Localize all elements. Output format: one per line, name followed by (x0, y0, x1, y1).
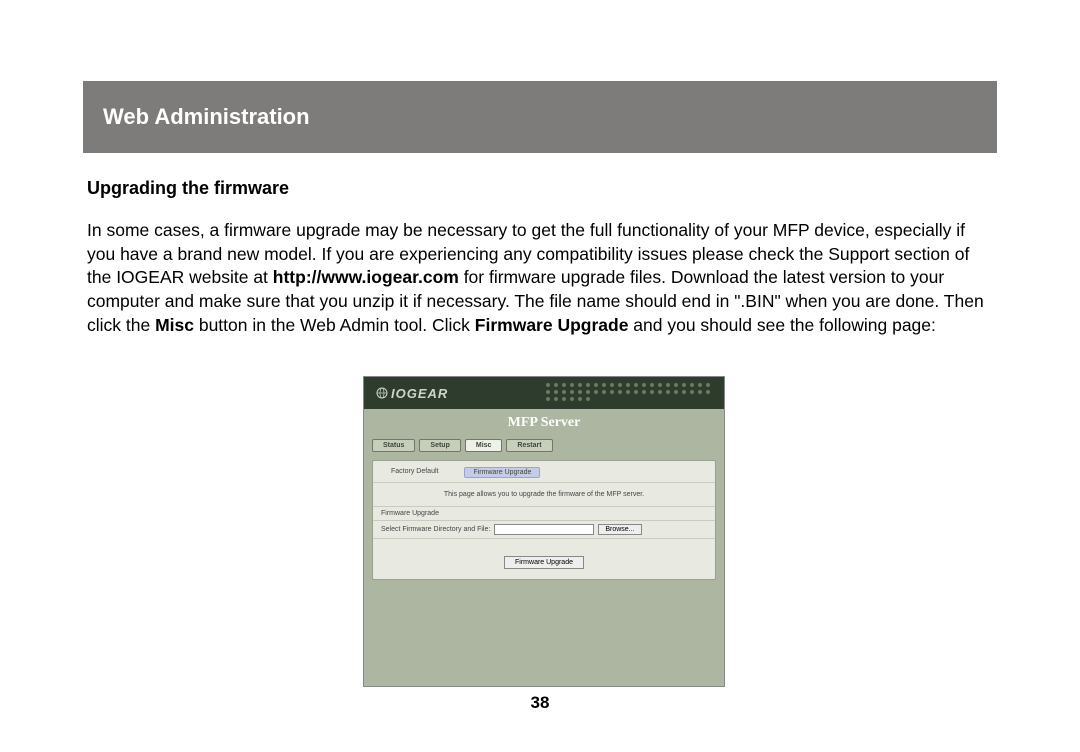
ss-file-row: Select Firmware Directory and File: Brow… (373, 521, 715, 539)
content-area: Upgrading the firmware In some cases, a … (87, 178, 995, 337)
tab-setup[interactable]: Setup (419, 439, 460, 452)
file-field-label: Select Firmware Directory and File: (381, 526, 490, 533)
ss-description: This page allows you to upgrade the firm… (373, 483, 715, 507)
ss-subtabs: Factory Default Firmware Upgrade (373, 461, 715, 483)
file-path-input[interactable] (494, 524, 594, 535)
ss-title: MFP Server (364, 409, 724, 439)
section-title: Web Administration (103, 104, 310, 130)
support-url: http://www.iogear.com (273, 267, 459, 287)
subheading: Upgrading the firmware (87, 178, 995, 199)
iogear-logo: IOGEAR (376, 386, 448, 401)
ss-main-tabs: Status Setup Misc Restart (364, 439, 724, 460)
logo-text: IOGEAR (391, 386, 448, 401)
body-paragraph: In some cases, a firmware upgrade may be… (87, 219, 995, 337)
ss-section-label: Firmware Upgrade (373, 507, 715, 521)
page-number: 38 (0, 693, 1080, 713)
ss-header: IOGEAR (364, 377, 724, 409)
embedded-screenshot: IOGEAR MFP Server Status Setup Misc Rest… (363, 376, 725, 687)
text-part-3: button in the Web Admin tool. Click (194, 315, 475, 335)
text-part-4: and you should see the following page: (628, 315, 935, 335)
subtab-firmware-upgrade[interactable]: Firmware Upgrade (464, 467, 540, 478)
globe-icon (376, 387, 388, 399)
ss-panel: Factory Default Firmware Upgrade This pa… (372, 460, 716, 580)
browse-button[interactable]: Browse... (598, 524, 641, 535)
misc-label: Misc (155, 315, 194, 335)
firmware-upgrade-button[interactable]: Firmware Upgrade (504, 556, 584, 569)
section-header: Web Administration (83, 81, 997, 153)
subtab-factory-default[interactable]: Factory Default (383, 467, 446, 478)
tab-restart[interactable]: Restart (506, 439, 552, 452)
firmware-upgrade-label: Firmware Upgrade (475, 315, 629, 335)
decorative-dots (546, 383, 716, 401)
tab-status[interactable]: Status (372, 439, 415, 452)
ss-submit-row: Firmware Upgrade (373, 539, 715, 569)
tab-misc[interactable]: Misc (465, 439, 503, 452)
